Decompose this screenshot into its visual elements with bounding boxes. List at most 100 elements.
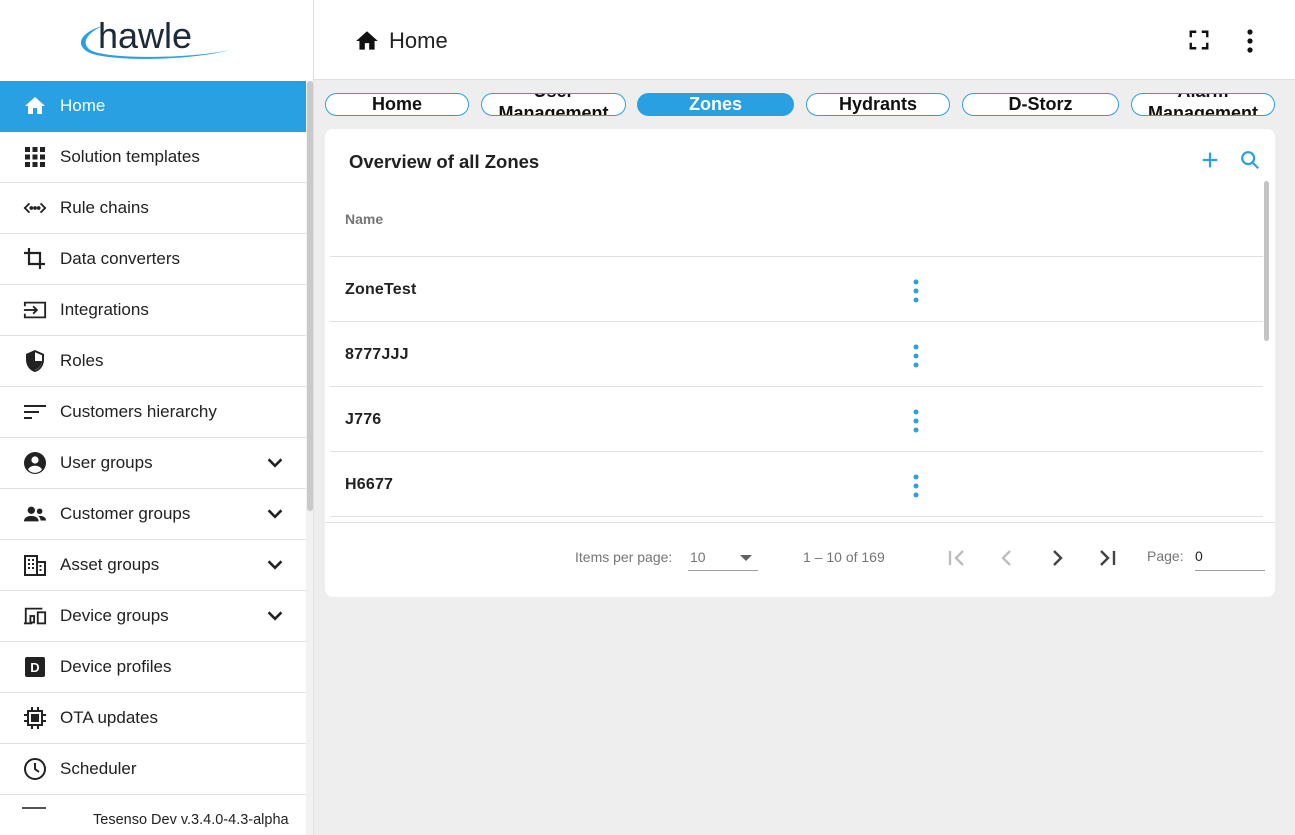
logo-text: hawle xyxy=(98,15,192,56)
table-row[interactable]: H6677 xyxy=(330,452,1263,517)
sidebar-item-device-profiles[interactable]: D Device profiles xyxy=(0,642,306,693)
more-vert-icon[interactable] xyxy=(912,409,920,433)
column-header-name[interactable]: Name xyxy=(345,211,383,227)
input-icon xyxy=(23,298,47,322)
tab-label: User Management xyxy=(498,94,609,116)
sidebar-item-label: Home xyxy=(60,96,106,115)
table-row[interactable]: J776 xyxy=(330,387,1263,452)
sidebar-scrollbar[interactable] xyxy=(306,81,313,835)
dropdown-arrow-icon xyxy=(740,555,752,561)
sidebar-item-customer-groups[interactable]: Customer groups xyxy=(0,489,306,540)
logo[interactable]: hawle xyxy=(0,0,313,81)
more-vert-icon[interactable] xyxy=(912,279,920,303)
sidebar-item-asset-groups[interactable]: Asset groups xyxy=(0,540,306,591)
sidebar-item-solution-templates[interactable]: Solution templates xyxy=(0,132,306,183)
page-label: Page: xyxy=(1147,548,1184,564)
chevron-down-icon[interactable] xyxy=(264,503,286,525)
zone-name: 8777JJJ xyxy=(345,346,409,363)
sidebar-item-label: Scheduler xyxy=(60,759,137,778)
more-vert-icon[interactable] xyxy=(1244,28,1256,54)
items-per-page-select[interactable]: 10 xyxy=(688,543,758,571)
tab-user-management[interactable]: User Management xyxy=(481,93,626,116)
version-label: Tesenso Dev v.3.4.0-4.3-alpha xyxy=(93,812,289,828)
tab-zones[interactable]: Zones xyxy=(637,93,794,116)
sidebar-item-label: Asset groups xyxy=(60,555,160,574)
svg-text:D: D xyxy=(30,660,39,675)
crop-icon xyxy=(23,247,47,271)
sidebar-item-label: OTA updates xyxy=(60,708,158,727)
chevron-down-icon[interactable] xyxy=(264,554,286,576)
sidebar-item-customers-hierarchy[interactable]: Customers hierarchy xyxy=(0,387,306,438)
sidebar: hawle Home Solution templates Rule chain… xyxy=(0,0,314,835)
sidebar-item-rule-chains[interactable]: Rule chains xyxy=(0,183,306,234)
sidebar-item-label: Solution templates xyxy=(60,147,200,166)
sidebar-menu: Home Solution templates Rule chains Data… xyxy=(0,81,306,795)
sidebar-scrollbar-thumb[interactable] xyxy=(307,81,313,511)
tab-alarm-management[interactable]: Alarm Management xyxy=(1131,93,1275,116)
search-icon[interactable] xyxy=(1239,149,1261,171)
items-per-page-label: Items per page: xyxy=(575,549,673,565)
chip-icon xyxy=(23,706,47,730)
table-scrollbar[interactable] xyxy=(1263,181,1271,521)
card-title: Overview of all Zones xyxy=(349,151,540,172)
building-icon xyxy=(23,553,47,577)
first-page-icon[interactable] xyxy=(945,546,969,570)
tab-label: Home xyxy=(371,94,422,114)
fullscreen-icon[interactable] xyxy=(1188,29,1210,51)
people-icon xyxy=(23,502,47,526)
sidebar-item-label: Customers hierarchy xyxy=(60,402,217,421)
zone-name: H6677 xyxy=(345,476,394,493)
devices-icon xyxy=(23,604,47,628)
grid-icon xyxy=(23,145,47,169)
items-per-page-value: 10 xyxy=(690,549,706,565)
page-input[interactable]: 0 xyxy=(1195,543,1265,571)
shield-icon xyxy=(23,349,47,373)
tab-label: Hydrants xyxy=(838,94,918,114)
sidebar-item-ota-updates[interactable]: OTA updates xyxy=(0,693,306,744)
sort-lines-icon xyxy=(23,400,47,424)
sidebar-item-label: Integrations xyxy=(60,300,149,319)
tab-label: D-Storz xyxy=(1008,94,1073,114)
sidebar-item-integrations[interactable]: Integrations xyxy=(0,285,306,336)
sidebar-item-data-converters[interactable]: Data converters xyxy=(0,234,306,285)
previous-page-icon[interactable] xyxy=(995,546,1019,570)
tab-label: Alarm Management xyxy=(1147,94,1259,116)
paginator-divider xyxy=(325,522,1275,523)
tab-d-storz[interactable]: D-Storz xyxy=(962,93,1119,116)
hawle-logo: hawle xyxy=(80,15,230,59)
tab-hydrants[interactable]: Hydrants xyxy=(806,93,950,116)
partial-menu-icon xyxy=(22,807,46,810)
zone-name: ZoneTest xyxy=(345,281,417,298)
tab-home[interactable]: Home xyxy=(325,93,469,116)
top-toolbar: Home xyxy=(314,0,1295,80)
sidebar-item-label: Device groups xyxy=(60,606,169,625)
table-row[interactable]: ZoneTest xyxy=(330,257,1263,322)
more-vert-icon[interactable] xyxy=(912,344,920,368)
sidebar-item-roles[interactable]: Roles xyxy=(0,336,306,387)
clock-icon xyxy=(23,757,47,781)
table-row[interactable]: 8777JJJ xyxy=(330,322,1263,387)
sidebar-item-label: Roles xyxy=(60,351,104,370)
table-scrollbar-thumb[interactable] xyxy=(1264,181,1269,341)
home-icon xyxy=(356,31,378,50)
sidebar-item-label: Device profiles xyxy=(60,657,172,676)
sidebar-item-scheduler[interactable]: Scheduler xyxy=(0,744,306,795)
zone-name: J776 xyxy=(345,411,382,428)
next-page-icon[interactable] xyxy=(1045,546,1069,570)
add-icon[interactable] xyxy=(1199,149,1221,171)
chevron-down-icon[interactable] xyxy=(264,452,286,474)
chevron-down-icon[interactable] xyxy=(264,605,286,627)
last-page-icon[interactable] xyxy=(1095,546,1119,570)
sidebar-item-user-groups[interactable]: User groups xyxy=(0,438,306,489)
sidebar-item-label: Rule chains xyxy=(60,198,149,217)
range-label: 1 – 10 of 169 xyxy=(803,549,885,565)
page-title: Home xyxy=(389,28,448,53)
more-vert-icon[interactable] xyxy=(912,474,920,498)
sidebar-item-home[interactable]: Home xyxy=(0,81,306,132)
sidebar-item-device-groups[interactable]: Device groups xyxy=(0,591,306,642)
sidebar-item-label: Data converters xyxy=(60,249,180,268)
sidebar-item-label: Customer groups xyxy=(60,504,191,523)
tab-label: Zones xyxy=(688,94,742,114)
page-value: 0 xyxy=(1195,548,1203,564)
home-icon xyxy=(23,94,47,118)
